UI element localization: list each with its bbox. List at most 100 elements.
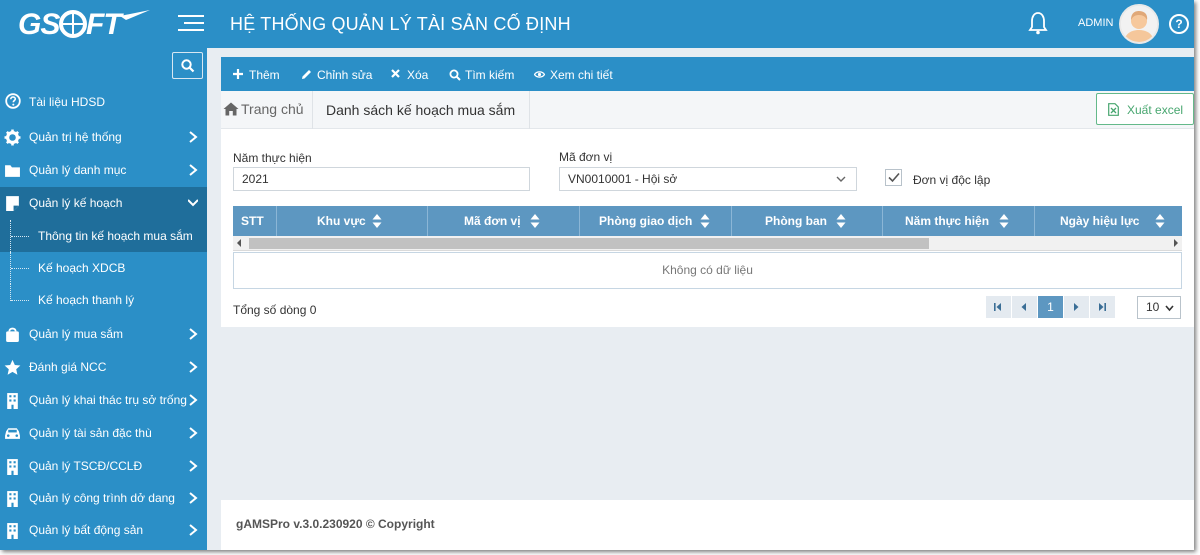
- sidebar-item-docs[interactable]: Tài liệu HDSD: [0, 90, 207, 114]
- scroll-left-arrow-icon[interactable]: [236, 239, 242, 247]
- sidebar-subitem-label: Kế hoạch thanh lý: [38, 293, 135, 307]
- sidebar-item-supplier-rating[interactable]: Đánh giá NCC: [0, 351, 207, 384]
- sidebar-subitem-procurement-plan[interactable]: Thông tin kế hoạch mua sắm: [0, 220, 207, 252]
- sidebar-item-construction[interactable]: Quản lý công trình dở dang: [0, 482, 207, 515]
- table-header: STT Khu vực Mã đơn vị Phòng giao dịch Ph…: [233, 206, 1182, 236]
- sidebar-item-label: Quản lý bất động sản: [29, 523, 144, 537]
- empty-table-message: Không có dữ liệu: [233, 252, 1182, 289]
- sort-icon: [530, 214, 540, 228]
- page-size-select[interactable]: 10: [1137, 296, 1181, 319]
- folder-icon: [5, 165, 20, 177]
- sidebar-subitem-liquidation-plan[interactable]: Kế hoạch thanh lý: [0, 284, 207, 316]
- breadcrumb-divider: [529, 91, 530, 129]
- sidebar-item-label: Đánh giá NCC: [29, 360, 107, 374]
- sidebar-item-special-assets[interactable]: Quản lý tài sản đặc thù: [0, 417, 207, 450]
- last-page-button[interactable]: [1090, 296, 1115, 318]
- copyright-text: gAMSPro v.3.0.230920 © Copyright: [236, 517, 435, 531]
- next-page-button[interactable]: [1064, 296, 1089, 318]
- column-header-region[interactable]: Khu vực: [277, 206, 428, 236]
- sort-icon: [372, 214, 382, 228]
- breadcrumb-divider: [312, 91, 313, 129]
- column-header-branch[interactable]: Phòng giao dịch: [580, 206, 732, 236]
- sidebar-item-label: Quản lý công trình dở dang: [29, 491, 175, 505]
- gsoft-logo[interactable]: GS FT: [16, 8, 156, 40]
- chevron-right-icon: [189, 361, 198, 373]
- column-header-year[interactable]: Năm thực hiện: [883, 206, 1035, 236]
- sidebar-item-label: Quản lý kế hoạch: [29, 196, 123, 210]
- sidebar-search-button[interactable]: [172, 52, 203, 79]
- sidebar-item-real-estate[interactable]: Quản lý bất động sản: [0, 514, 207, 547]
- export-excel-button[interactable]: Xuất excel: [1096, 93, 1194, 125]
- app-window: GS FT HỆ THỐNG QUẢN LÝ TÀI SẢN CỐ ĐỊNH A…: [0, 0, 1194, 550]
- column-header-effective-date[interactable]: Ngày hiệu lực: [1035, 206, 1182, 236]
- building-icon: [7, 393, 18, 409]
- prev-page-icon: [1021, 303, 1026, 311]
- prev-page-button[interactable]: [1012, 296, 1037, 318]
- chevron-right-icon: [189, 394, 198, 406]
- x-icon: [391, 69, 400, 78]
- sort-icon: [999, 214, 1009, 228]
- sidebar-item-procurement[interactable]: Quản lý mua sắm: [0, 318, 207, 351]
- avatar[interactable]: [1119, 4, 1159, 44]
- tree-branch: [11, 236, 29, 237]
- excel-file-icon: [1108, 103, 1119, 116]
- sidebar-item-planning[interactable]: Quản lý kế hoạch: [0, 187, 207, 220]
- pencil-icon: [302, 70, 311, 79]
- building-icon: [7, 523, 18, 539]
- search-icon: [181, 59, 195, 73]
- first-page-button[interactable]: [986, 296, 1011, 318]
- chevron-right-icon: [189, 427, 198, 439]
- bell-icon[interactable]: [1028, 11, 1048, 35]
- sidebar-docs-label: Tài liệu HDSD: [29, 95, 106, 109]
- chevron-down-icon: [1165, 305, 1174, 312]
- scroll-right-arrow-icon[interactable]: [1173, 239, 1179, 247]
- building-icon: [7, 459, 18, 475]
- column-header-unit-code[interactable]: Mã đơn vị: [428, 206, 580, 236]
- column-header-department[interactable]: Phòng ban: [732, 206, 883, 236]
- star-icon: [4, 359, 21, 375]
- unit-select[interactable]: VN0010001 - Hội sở: [559, 167, 857, 191]
- tree-branch: [11, 300, 29, 301]
- help-icon[interactable]: ?: [1169, 14, 1189, 34]
- sidebar-subitem-label: Thông tin kế hoạch mua sắm: [38, 229, 193, 243]
- breadcrumb-home[interactable]: Trang chủ: [223, 101, 304, 117]
- last-page-icon: [1099, 303, 1106, 311]
- question-circle-icon: [5, 93, 21, 109]
- planning-submenu: Thông tin kế hoạch mua sắm Kế hoạch XDCB…: [0, 220, 207, 317]
- chevron-down-icon: [188, 199, 198, 207]
- check-icon: [888, 172, 900, 183]
- sidebar-item-vacant-office[interactable]: Quản lý khai thác trụ sở trống: [0, 384, 207, 417]
- unit-label: Mã đơn vị: [559, 150, 613, 164]
- sidebar-item-label: Quản lý tài sản đặc thù: [29, 426, 152, 440]
- svg-text:FT: FT: [86, 8, 124, 40]
- sidebar-item-label: Quản lý TSCĐ/CCLĐ: [29, 459, 143, 473]
- page-title: Danh sách kế hoạch mua sắm: [326, 102, 516, 118]
- page-number-button[interactable]: 1: [1038, 296, 1063, 318]
- page-size-value: 10: [1146, 300, 1160, 314]
- bag-icon: [6, 327, 19, 342]
- independent-unit-label: Đơn vị độc lập: [913, 173, 991, 187]
- sidebar-item-fixed-assets[interactable]: Quản lý TSCĐ/CCLĐ: [0, 450, 207, 483]
- sidebar-subitem-label: Kế hoạch XDCB: [38, 261, 126, 275]
- sort-icon: [836, 214, 846, 228]
- column-header-stt[interactable]: STT: [233, 206, 277, 236]
- unit-select-value: VN0010001 - Hội sở: [568, 172, 678, 186]
- hamburger-icon[interactable]: [178, 15, 204, 33]
- independent-unit-checkbox[interactable]: [885, 169, 902, 186]
- sidebar-item-label: Quản lý khai thác trụ sở trống: [29, 393, 187, 407]
- sidebar-item-label: Quản lý mua sắm: [29, 327, 124, 341]
- sidebar-item-system-admin[interactable]: Quản trị hệ thống: [0, 121, 207, 154]
- footer: gAMSPro v.3.0.230920 © Copyright: [221, 500, 1194, 550]
- main-panel: Thêm Chỉnh sửa Xóa Tìm kiếm Xem chi tiết…: [221, 57, 1194, 327]
- sidebar-subitem-xdcb-plan[interactable]: Kế hoạch XDCB: [0, 252, 207, 284]
- horizontal-scrollbar[interactable]: [233, 236, 1182, 251]
- svg-text:GS: GS: [18, 8, 60, 40]
- user-name[interactable]: ADMIN: [1078, 17, 1113, 29]
- note-icon: [6, 196, 19, 211]
- scrollbar-thumb[interactable]: [249, 238, 929, 249]
- eye-icon: [534, 71, 545, 78]
- year-input[interactable]: 2021: [233, 167, 530, 191]
- car-icon: [5, 428, 20, 439]
- sidebar-item-categories[interactable]: Quản lý danh mục: [0, 154, 207, 187]
- sort-icon: [1155, 214, 1165, 228]
